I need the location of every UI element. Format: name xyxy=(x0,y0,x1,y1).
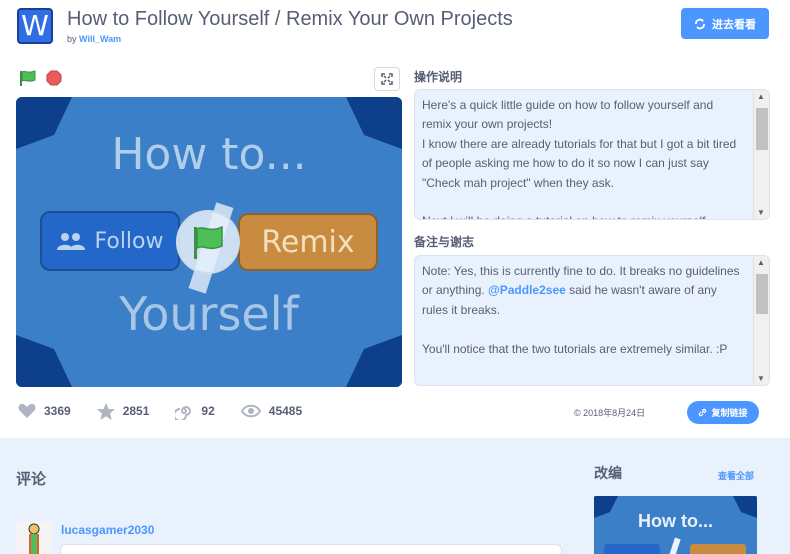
see-inside-button[interactable]: 进去看看 xyxy=(681,8,769,39)
project-page: W How to Follow Yourself / Remix Your Ow… xyxy=(0,0,790,554)
notes-heading: 备注与谢志 xyxy=(414,235,475,249)
project-byline: by Will_Wam xyxy=(67,34,121,44)
instructions-box[interactable]: Here's a quick little guide on how to fo… xyxy=(414,89,770,220)
heart-icon xyxy=(18,403,36,418)
project-stage[interactable]: How to... Follow Remix Yourself xyxy=(16,97,402,387)
view-stat: 45485 xyxy=(240,404,303,418)
instructions-scroll-thumb[interactable] xyxy=(756,108,768,150)
avatar[interactable] xyxy=(16,521,52,554)
mention-link[interactable]: @Paddle2see xyxy=(488,283,566,297)
notes-box[interactable]: Note: Yes, this is currently fine to do.… xyxy=(414,255,770,386)
notes-scrollbar[interactable]: ▲ ▼ xyxy=(753,256,769,385)
eye-icon xyxy=(240,404,261,418)
remix-thumbnail-title: How to... xyxy=(638,511,713,531)
remix-spiral-icon xyxy=(175,406,192,420)
scroll-down-icon[interactable]: ▼ xyxy=(757,374,765,383)
instructions-scrollbar[interactable]: ▲ ▼ xyxy=(753,90,769,219)
stage-title-line: How to... xyxy=(111,129,307,180)
star-icon xyxy=(96,402,115,420)
remix-stat: 92 xyxy=(175,402,215,420)
project-title: How to Follow Yourself / Remix Your Own … xyxy=(67,8,513,30)
love-stat[interactable]: 3369 xyxy=(18,403,71,419)
see-inside-icon xyxy=(695,18,705,29)
author-link[interactable]: Will_Wam xyxy=(79,34,121,44)
commenter-name[interactable]: lucasgamer2030 xyxy=(61,523,154,537)
stop-icon[interactable] xyxy=(46,70,62,86)
stage-remix-graphic: Remix xyxy=(238,213,378,271)
copy-link-button[interactable]: 复制链接 xyxy=(687,401,759,424)
favorite-count: 2851 xyxy=(122,404,150,418)
copy-link-label: 复制链接 xyxy=(711,408,748,418)
people-icon xyxy=(57,233,86,250)
favorite-stat[interactable]: 2851 xyxy=(96,402,150,420)
instructions-heading: 操作说明 xyxy=(414,70,463,84)
stage-follow-graphic: Follow xyxy=(40,211,180,271)
scroll-up-icon[interactable]: ▲ xyxy=(757,258,765,267)
comments-heading: 评论 xyxy=(16,471,47,488)
remix-thumbnail[interactable]: How to... xyxy=(594,496,757,554)
remix-count: 92 xyxy=(201,404,215,418)
stage-start-overlay[interactable] xyxy=(176,210,240,274)
project-thumbnail-logo: W xyxy=(17,8,53,44)
stage-subtitle-line: Yourself xyxy=(119,287,299,341)
green-flag-overlay-icon xyxy=(194,225,223,259)
green-flag-icon[interactable] xyxy=(19,70,37,86)
see-inside-label: 进去看看 xyxy=(712,18,756,31)
shared-date: © 2018年8月24日 xyxy=(574,408,646,418)
remixes-heading: 改编 xyxy=(594,465,622,481)
view-count: 45485 xyxy=(268,404,303,418)
view-all-remixes-link[interactable]: 查看全部 xyxy=(718,469,754,482)
notes-scroll-thumb[interactable] xyxy=(756,274,768,314)
link-icon xyxy=(699,408,707,417)
fullscreen-icon xyxy=(381,73,393,85)
love-count: 3369 xyxy=(44,404,71,418)
fullscreen-button[interactable] xyxy=(374,67,400,91)
instructions-text: Here's a quick little guide on how to fo… xyxy=(422,98,737,219)
stage-remix-label: Remix xyxy=(261,224,355,260)
project-stats: 3369 2851 92 45485 xyxy=(18,402,328,420)
commenter-avatar-image xyxy=(16,521,52,554)
by-prefix: by xyxy=(67,34,77,44)
notes-text: Note: Yes, this is currently fine to do.… xyxy=(422,262,742,359)
scroll-up-icon[interactable]: ▲ xyxy=(757,92,765,101)
scroll-down-icon[interactable]: ▼ xyxy=(757,208,765,217)
stage-follow-label: Follow xyxy=(94,228,164,254)
comment-body xyxy=(60,544,562,554)
